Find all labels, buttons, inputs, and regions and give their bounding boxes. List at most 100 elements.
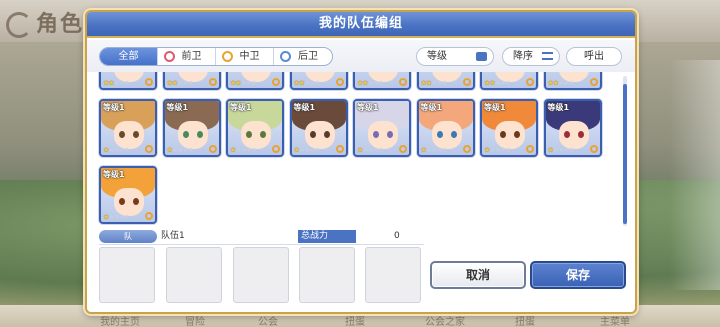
star-rating: ★★★★★ <box>294 79 321 87</box>
tab-all[interactable]: 全部 <box>100 48 158 65</box>
character-eye <box>119 131 125 138</box>
star-rating: ★★★★★ <box>103 213 130 221</box>
sort-key-icon <box>476 52 487 61</box>
star-icon: ★ <box>505 146 511 154</box>
character-card[interactable]: ★★★★★ <box>416 72 475 90</box>
rank-icon <box>145 212 153 220</box>
character-card[interactable]: ★★★★★ <box>289 72 348 90</box>
party-info-bar: 队 队伍1 总战力 0 <box>99 230 424 244</box>
character-card[interactable]: 等级1★★★★★ <box>480 99 538 157</box>
character-eye <box>373 131 379 138</box>
bottom-nav-item[interactable]: 公会之家 <box>425 313 465 327</box>
character-card[interactable]: ★★★★★ <box>480 72 538 90</box>
party-slot-2[interactable] <box>166 247 222 303</box>
tab-back[interactable]: 后卫 <box>274 48 332 65</box>
bottom-nav-item[interactable]: 我的主页 <box>100 313 140 327</box>
party-slot-1[interactable] <box>99 247 155 303</box>
sort-lines-icon <box>542 52 553 60</box>
sort-order-label: 降序 <box>513 51 533 62</box>
bottom-nav-item[interactable]: 公会 <box>258 313 278 327</box>
star-icon: ★ <box>124 146 130 154</box>
character-card[interactable]: 等级1★★★★★ <box>226 99 284 157</box>
character-card[interactable]: 等级1★★★★★ <box>543 72 602 90</box>
party-name[interactable]: 队伍1 <box>161 230 185 243</box>
star-icon: ★ <box>378 146 384 154</box>
character-eye <box>246 131 252 138</box>
character-eye <box>323 131 330 138</box>
bottom-nav-item[interactable]: 扭蛋 <box>515 313 535 327</box>
character-eye <box>309 131 316 138</box>
rank-icon <box>335 78 344 86</box>
dialog-title: 我的队伍编组 <box>318 16 403 31</box>
tab-middle[interactable]: 中卫 <box>216 48 274 65</box>
star-rating: ★★★★★ <box>167 146 194 154</box>
bottom-nav-item[interactable]: 扭蛋 <box>345 313 365 327</box>
character-level: 等级1 <box>547 103 570 112</box>
party-slot-3[interactable] <box>233 247 289 303</box>
party-divider <box>99 244 424 245</box>
character-card[interactable]: 等级1★★★★★ <box>289 99 348 157</box>
star-rating: ★★★★★ <box>103 146 130 154</box>
star-rating: ★★★★★ <box>548 146 575 154</box>
star-rating: ★★★★★ <box>230 79 257 87</box>
star-icon: ★ <box>314 146 321 154</box>
rank-icon <box>526 78 534 86</box>
star-icon: ★ <box>251 79 257 87</box>
save-button[interactable]: 保存 <box>530 261 626 289</box>
rank-icon <box>145 145 153 153</box>
tab-all-label: 全部 <box>118 51 139 62</box>
grid-scrollbar[interactable] <box>623 76 627 226</box>
character-level: 等级1 <box>484 103 506 112</box>
star-rating: ★★★★★ <box>103 79 130 87</box>
rank-icon <box>462 145 471 153</box>
scroll-thumb[interactable] <box>623 84 627 224</box>
character-card[interactable]: 等级1★★★★★ <box>162 99 221 157</box>
character-card[interactable]: ★★★★★ <box>226 72 284 90</box>
character-eye <box>133 198 139 205</box>
total-power-label: 总战力 <box>298 230 356 243</box>
star-rating: ★★★★★ <box>421 79 448 87</box>
middle-position-icon <box>222 51 233 62</box>
bottom-nav-item[interactable]: 主菜单 <box>600 313 630 327</box>
cancel-button[interactable]: 取消 <box>430 261 526 289</box>
background-side-panel <box>670 60 720 290</box>
tab-middle-label: 中卫 <box>239 51 260 62</box>
swirl-logo-icon <box>6 12 32 38</box>
sort-order-button[interactable]: 降序 <box>502 47 560 66</box>
party-edit-dialog: 我的队伍编组 全部 前卫 中卫 后卫 等级 降序 呼出 ★★★★★ ★★★★★ … <box>85 10 637 314</box>
star-rating: ★★★★★ <box>421 146 448 154</box>
rank-icon <box>208 145 217 153</box>
character-eye <box>563 131 570 138</box>
star-icon: ★ <box>124 79 130 87</box>
tab-front[interactable]: 前卫 <box>158 48 216 65</box>
rank-icon <box>399 145 407 153</box>
star-icon: ★ <box>568 146 575 154</box>
star-rating: ★★★★★ <box>357 79 384 87</box>
character-eye <box>196 131 203 138</box>
star-icon: ★ <box>378 79 384 87</box>
party-slot-5[interactable] <box>365 247 421 303</box>
character-face <box>177 121 208 149</box>
tab-front-label: 前卫 <box>181 51 202 62</box>
star-rating: ★★★★★ <box>484 79 511 87</box>
party-slot-4[interactable] <box>299 247 355 303</box>
rank-icon <box>208 78 217 86</box>
character-face <box>558 121 589 149</box>
rank-icon <box>589 145 598 153</box>
character-card[interactable]: ★★★★★ <box>353 72 411 90</box>
sort-key-button[interactable]: 等级 <box>416 47 494 66</box>
character-card[interactable]: 等级1 ★★★★★ <box>543 99 602 157</box>
character-eye <box>133 131 139 138</box>
call-button[interactable]: 呼出 <box>566 47 622 66</box>
character-eye <box>577 131 584 138</box>
character-eye <box>182 131 189 138</box>
bottom-nav-item[interactable]: 冒险 <box>185 313 205 327</box>
character-level: 等级1 <box>103 103 125 112</box>
character-card[interactable]: 等级1 ★★★★★ <box>99 99 157 157</box>
character-card[interactable]: ★★★★★ <box>99 72 157 90</box>
character-level: 等级1 <box>103 170 125 179</box>
character-card[interactable]: 等级1★★★★★ <box>416 99 475 157</box>
character-card[interactable]: ★★★★★ <box>162 72 221 90</box>
character-card[interactable]: 等级1 ★★★★★ <box>99 166 157 224</box>
character-card[interactable]: 等级1★★★★★ <box>353 99 411 157</box>
